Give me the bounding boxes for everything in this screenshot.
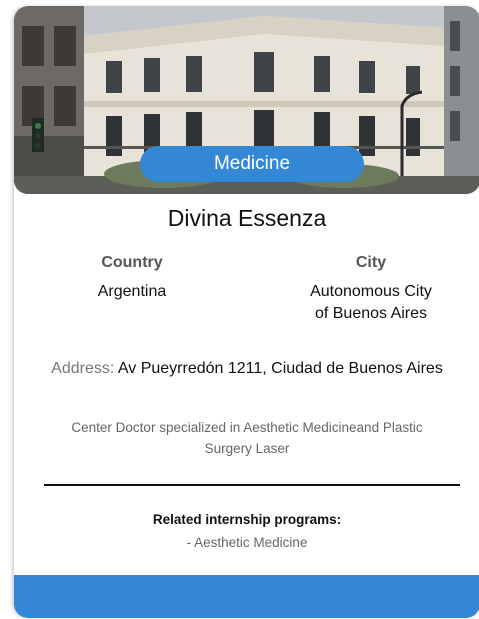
divider xyxy=(44,484,460,486)
city-value-line1: Autonomous City xyxy=(310,283,432,300)
address-value: Av Pueyrredón 1211, Ciudad de Buenos Air… xyxy=(117,360,443,377)
city-column: City Autonomous City of Buenos Aires xyxy=(276,254,466,325)
description-line2: Surgery Laser xyxy=(204,441,290,456)
clinic-name: Divina Essenza xyxy=(167,205,327,231)
address: Address: Av Pueyrredón 1211, Ciudad de B… xyxy=(14,360,479,378)
address-label: Address: xyxy=(51,360,115,377)
category-badge[interactable]: Medicine xyxy=(140,146,364,182)
card-footer-bar[interactable] xyxy=(14,575,479,618)
country-value: Argentina xyxy=(97,283,167,300)
city-value: Autonomous City of Buenos Aires xyxy=(276,281,466,325)
city-value-line2: of Buenos Aires xyxy=(314,305,428,322)
related-programs-title: Related internship programs: xyxy=(152,512,342,527)
country-column: Country Argentina xyxy=(52,254,212,303)
building-photo: Medicine xyxy=(14,6,479,194)
clinic-card: Medicine Divina Essenza Country Argentin… xyxy=(14,6,479,618)
city-label: City xyxy=(355,254,387,271)
related-program-item[interactable]: - Aesthetic Medicine xyxy=(14,535,479,550)
clinic-description: Center Doctor specialized in Aesthetic M… xyxy=(44,417,450,459)
country-label: Country xyxy=(101,254,163,271)
description-line1: Center Doctor specialized in Aesthetic M… xyxy=(71,420,423,435)
